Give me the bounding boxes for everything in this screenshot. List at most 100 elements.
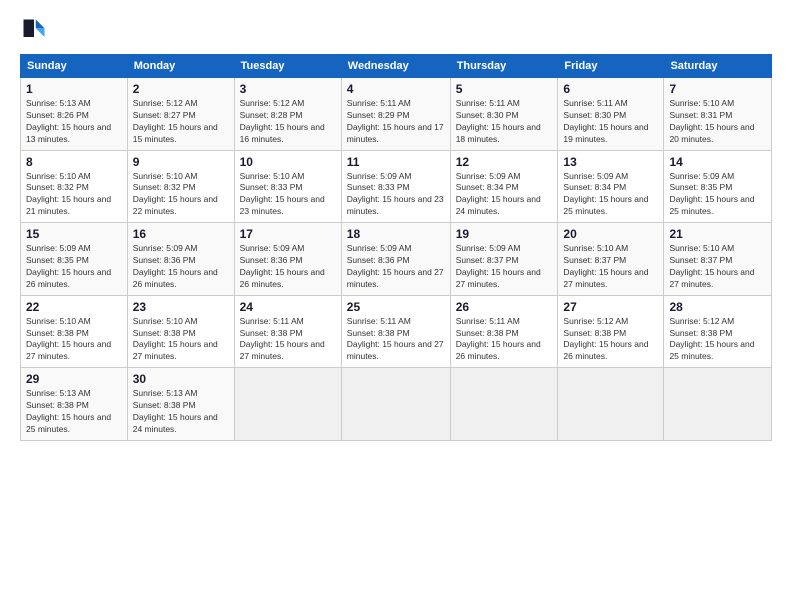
- day-info: Sunrise: 5:10 AMSunset: 8:37 PMDaylight:…: [669, 243, 754, 289]
- day-info: Sunrise: 5:09 AMSunset: 8:36 PMDaylight:…: [240, 243, 325, 289]
- day-info: Sunrise: 5:09 AMSunset: 8:36 PMDaylight:…: [347, 243, 444, 289]
- day-info: Sunrise: 5:09 AMSunset: 8:36 PMDaylight:…: [133, 243, 218, 289]
- page: SundayMondayTuesdayWednesdayThursdayFrid…: [0, 0, 792, 612]
- day-info: Sunrise: 5:10 AMSunset: 8:38 PMDaylight:…: [133, 316, 218, 362]
- day-number: 6: [563, 82, 658, 96]
- calendar-cell: 10 Sunrise: 5:10 AMSunset: 8:33 PMDaylig…: [234, 150, 341, 223]
- calendar-cell: 5 Sunrise: 5:11 AMSunset: 8:30 PMDayligh…: [450, 78, 558, 151]
- calendar-cell: 22 Sunrise: 5:10 AMSunset: 8:38 PMDaylig…: [21, 295, 128, 368]
- calendar-header-monday: Monday: [127, 55, 234, 78]
- logo-icon: [20, 16, 48, 44]
- day-info: Sunrise: 5:10 AMSunset: 8:38 PMDaylight:…: [26, 316, 111, 362]
- calendar-cell: [558, 368, 664, 441]
- calendar-cell: 12 Sunrise: 5:09 AMSunset: 8:34 PMDaylig…: [450, 150, 558, 223]
- header: [20, 16, 772, 44]
- calendar-header-tuesday: Tuesday: [234, 55, 341, 78]
- calendar-cell: 7 Sunrise: 5:10 AMSunset: 8:31 PMDayligh…: [664, 78, 772, 151]
- calendar-week-row: 22 Sunrise: 5:10 AMSunset: 8:38 PMDaylig…: [21, 295, 772, 368]
- calendar-cell: 15 Sunrise: 5:09 AMSunset: 8:35 PMDaylig…: [21, 223, 128, 296]
- day-info: Sunrise: 5:11 AMSunset: 8:38 PMDaylight:…: [347, 316, 444, 362]
- calendar-week-row: 29 Sunrise: 5:13 AMSunset: 8:38 PMDaylig…: [21, 368, 772, 441]
- calendar-cell: 16 Sunrise: 5:09 AMSunset: 8:36 PMDaylig…: [127, 223, 234, 296]
- calendar-cell: 2 Sunrise: 5:12 AMSunset: 8:27 PMDayligh…: [127, 78, 234, 151]
- day-number: 8: [26, 155, 122, 169]
- calendar-cell: 19 Sunrise: 5:09 AMSunset: 8:37 PMDaylig…: [450, 223, 558, 296]
- calendar-cell: 4 Sunrise: 5:11 AMSunset: 8:29 PMDayligh…: [341, 78, 450, 151]
- calendar-cell: [450, 368, 558, 441]
- calendar-cell: 27 Sunrise: 5:12 AMSunset: 8:38 PMDaylig…: [558, 295, 664, 368]
- day-number: 4: [347, 82, 445, 96]
- calendar-cell: 28 Sunrise: 5:12 AMSunset: 8:38 PMDaylig…: [664, 295, 772, 368]
- calendar-cell: [341, 368, 450, 441]
- day-number: 23: [133, 300, 229, 314]
- calendar-cell: 3 Sunrise: 5:12 AMSunset: 8:28 PMDayligh…: [234, 78, 341, 151]
- calendar-cell: [664, 368, 772, 441]
- day-info: Sunrise: 5:09 AMSunset: 8:34 PMDaylight:…: [456, 171, 541, 217]
- calendar-cell: 18 Sunrise: 5:09 AMSunset: 8:36 PMDaylig…: [341, 223, 450, 296]
- day-info: Sunrise: 5:09 AMSunset: 8:33 PMDaylight:…: [347, 171, 444, 217]
- day-number: 29: [26, 372, 122, 386]
- calendar-week-row: 15 Sunrise: 5:09 AMSunset: 8:35 PMDaylig…: [21, 223, 772, 296]
- calendar-table: SundayMondayTuesdayWednesdayThursdayFrid…: [20, 54, 772, 441]
- day-info: Sunrise: 5:12 AMSunset: 8:27 PMDaylight:…: [133, 98, 218, 144]
- day-info: Sunrise: 5:10 AMSunset: 8:32 PMDaylight:…: [133, 171, 218, 217]
- day-number: 11: [347, 155, 445, 169]
- day-info: Sunrise: 5:10 AMSunset: 8:32 PMDaylight:…: [26, 171, 111, 217]
- day-info: Sunrise: 5:12 AMSunset: 8:38 PMDaylight:…: [563, 316, 648, 362]
- day-number: 22: [26, 300, 122, 314]
- calendar-cell: 24 Sunrise: 5:11 AMSunset: 8:38 PMDaylig…: [234, 295, 341, 368]
- day-info: Sunrise: 5:09 AMSunset: 8:34 PMDaylight:…: [563, 171, 648, 217]
- day-info: Sunrise: 5:10 AMSunset: 8:37 PMDaylight:…: [563, 243, 648, 289]
- day-number: 2: [133, 82, 229, 96]
- day-info: Sunrise: 5:09 AMSunset: 8:37 PMDaylight:…: [456, 243, 541, 289]
- day-number: 9: [133, 155, 229, 169]
- day-info: Sunrise: 5:10 AMSunset: 8:33 PMDaylight:…: [240, 171, 325, 217]
- day-info: Sunrise: 5:13 AMSunset: 8:38 PMDaylight:…: [26, 388, 111, 434]
- calendar-cell: 30 Sunrise: 5:13 AMSunset: 8:38 PMDaylig…: [127, 368, 234, 441]
- calendar-week-row: 8 Sunrise: 5:10 AMSunset: 8:32 PMDayligh…: [21, 150, 772, 223]
- day-number: 30: [133, 372, 229, 386]
- calendar-cell: [234, 368, 341, 441]
- day-number: 12: [456, 155, 553, 169]
- day-number: 19: [456, 227, 553, 241]
- day-number: 3: [240, 82, 336, 96]
- day-number: 1: [26, 82, 122, 96]
- calendar-cell: 25 Sunrise: 5:11 AMSunset: 8:38 PMDaylig…: [341, 295, 450, 368]
- day-number: 15: [26, 227, 122, 241]
- day-info: Sunrise: 5:13 AMSunset: 8:38 PMDaylight:…: [133, 388, 218, 434]
- day-info: Sunrise: 5:11 AMSunset: 8:38 PMDaylight:…: [240, 316, 325, 362]
- calendar-week-row: 1 Sunrise: 5:13 AMSunset: 8:26 PMDayligh…: [21, 78, 772, 151]
- day-number: 7: [669, 82, 766, 96]
- day-info: Sunrise: 5:11 AMSunset: 8:29 PMDaylight:…: [347, 98, 444, 144]
- calendar-header-thursday: Thursday: [450, 55, 558, 78]
- day-number: 16: [133, 227, 229, 241]
- logo: [20, 16, 52, 44]
- day-number: 25: [347, 300, 445, 314]
- calendar-cell: 8 Sunrise: 5:10 AMSunset: 8:32 PMDayligh…: [21, 150, 128, 223]
- calendar-cell: 29 Sunrise: 5:13 AMSunset: 8:38 PMDaylig…: [21, 368, 128, 441]
- day-info: Sunrise: 5:11 AMSunset: 8:38 PMDaylight:…: [456, 316, 541, 362]
- calendar-cell: 11 Sunrise: 5:09 AMSunset: 8:33 PMDaylig…: [341, 150, 450, 223]
- day-number: 21: [669, 227, 766, 241]
- day-info: Sunrise: 5:11 AMSunset: 8:30 PMDaylight:…: [456, 98, 541, 144]
- calendar-header-wednesday: Wednesday: [341, 55, 450, 78]
- day-number: 5: [456, 82, 553, 96]
- calendar-header-friday: Friday: [558, 55, 664, 78]
- day-number: 24: [240, 300, 336, 314]
- calendar-header-row: SundayMondayTuesdayWednesdayThursdayFrid…: [21, 55, 772, 78]
- day-number: 28: [669, 300, 766, 314]
- day-info: Sunrise: 5:12 AMSunset: 8:38 PMDaylight:…: [669, 316, 754, 362]
- calendar-cell: 1 Sunrise: 5:13 AMSunset: 8:26 PMDayligh…: [21, 78, 128, 151]
- calendar-cell: 20 Sunrise: 5:10 AMSunset: 8:37 PMDaylig…: [558, 223, 664, 296]
- day-number: 18: [347, 227, 445, 241]
- calendar-cell: 23 Sunrise: 5:10 AMSunset: 8:38 PMDaylig…: [127, 295, 234, 368]
- day-info: Sunrise: 5:12 AMSunset: 8:28 PMDaylight:…: [240, 98, 325, 144]
- calendar-cell: 21 Sunrise: 5:10 AMSunset: 8:37 PMDaylig…: [664, 223, 772, 296]
- day-info: Sunrise: 5:10 AMSunset: 8:31 PMDaylight:…: [669, 98, 754, 144]
- calendar-cell: 9 Sunrise: 5:10 AMSunset: 8:32 PMDayligh…: [127, 150, 234, 223]
- day-number: 17: [240, 227, 336, 241]
- day-number: 13: [563, 155, 658, 169]
- day-number: 26: [456, 300, 553, 314]
- calendar-cell: 6 Sunrise: 5:11 AMSunset: 8:30 PMDayligh…: [558, 78, 664, 151]
- calendar-cell: 26 Sunrise: 5:11 AMSunset: 8:38 PMDaylig…: [450, 295, 558, 368]
